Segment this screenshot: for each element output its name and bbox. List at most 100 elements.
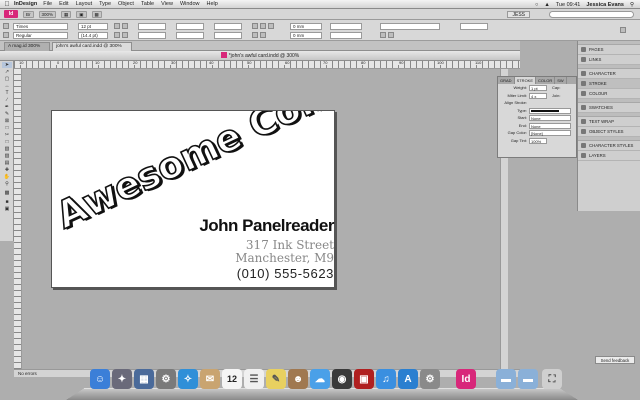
tab-stroke[interactable]: STROKE bbox=[514, 77, 537, 84]
panel-colour[interactable]: COLOUR bbox=[578, 89, 640, 99]
downloads-folder-icon[interactable]: ▬ bbox=[518, 369, 538, 389]
menu-help[interactable]: Help bbox=[207, 1, 218, 7]
justify-icon[interactable] bbox=[252, 32, 258, 38]
apply-color-icon[interactable]: ■ bbox=[2, 199, 12, 205]
columns-field[interactable] bbox=[460, 23, 488, 30]
start-select[interactable]: None bbox=[529, 115, 571, 121]
notes-icon[interactable]: ✎ bbox=[266, 369, 286, 389]
small-caps-icon[interactable] bbox=[114, 32, 120, 38]
safari-icon[interactable]: ✧ bbox=[178, 369, 198, 389]
all-caps-icon[interactable] bbox=[114, 23, 120, 29]
screen-mode-button[interactable]: ▣ bbox=[76, 10, 87, 18]
arrange-documents-button[interactable]: ▩ bbox=[91, 10, 102, 18]
app-menu[interactable]: InDesign bbox=[14, 1, 37, 7]
gap-tint-field[interactable]: 100% bbox=[529, 137, 547, 144]
gap-tool-icon[interactable]: ↔ bbox=[2, 83, 12, 89]
right-indent-field[interactable] bbox=[330, 23, 362, 30]
panel-text-wrap[interactable]: TEXT WRAP bbox=[578, 117, 640, 127]
menu-table[interactable]: Table bbox=[141, 1, 154, 7]
zoom-level[interactable]: 300% bbox=[38, 10, 57, 18]
panel-object-styles[interactable]: OBJECT STYLES bbox=[578, 127, 640, 137]
wifi-icon[interactable]: ○ bbox=[535, 2, 538, 8]
mission-control-icon[interactable]: ▦ bbox=[134, 369, 154, 389]
rectangle-frame-tool-icon[interactable]: ⊠ bbox=[2, 118, 12, 124]
superscript-icon[interactable] bbox=[122, 23, 128, 29]
panel-pages[interactable]: PAGES bbox=[578, 45, 640, 55]
baseline-shift-field[interactable] bbox=[214, 23, 242, 30]
applications-folder-icon[interactable]: ▬ bbox=[496, 369, 516, 389]
type-tool-icon[interactable]: T bbox=[2, 90, 12, 96]
selection-tool-icon[interactable]: ➤ bbox=[2, 62, 12, 68]
menu-file[interactable]: File bbox=[43, 1, 52, 7]
stroke-type-select[interactable] bbox=[529, 107, 571, 114]
search-input[interactable] bbox=[549, 11, 634, 18]
end-select[interactable]: None bbox=[529, 122, 571, 129]
zoom-tool-icon[interactable]: ⚲ bbox=[2, 181, 12, 187]
trash-icon[interactable]: ⛶ bbox=[542, 369, 562, 389]
messages-icon[interactable]: ☁ bbox=[310, 369, 330, 389]
panel-links[interactable]: LINKS bbox=[578, 55, 640, 65]
panel-layers[interactable]: LAYERS bbox=[578, 151, 640, 161]
panel-character[interactable]: CHARACTER bbox=[578, 69, 640, 79]
calendar-icon[interactable]: 12 bbox=[222, 369, 242, 389]
tab-awful-card[interactable]: john's awful card.indd @ 300% bbox=[52, 42, 132, 51]
business-card-page[interactable]: Awesome Comics Awesome Comics John Panel… bbox=[51, 110, 336, 288]
reminders-icon[interactable]: ☰ bbox=[244, 369, 264, 389]
contacts-icon[interactable]: ☻ bbox=[288, 369, 308, 389]
gap-color-select[interactable]: [None] bbox=[529, 130, 571, 136]
menu-object[interactable]: Object bbox=[118, 1, 134, 7]
menu-type[interactable]: Type bbox=[99, 1, 111, 7]
volume-icon[interactable]: ▲ bbox=[544, 2, 549, 8]
numbering-icon[interactable] bbox=[388, 32, 394, 38]
pen-tool-icon[interactable]: ✒ bbox=[2, 104, 12, 110]
paragraph-mode-icon[interactable] bbox=[3, 32, 9, 38]
font-family-field[interactable]: Times bbox=[13, 23, 68, 30]
app-store-icon[interactable]: A bbox=[398, 369, 418, 389]
normal-mode-icon[interactable]: ▣ bbox=[2, 206, 12, 212]
skew-field[interactable] bbox=[214, 32, 242, 39]
vertical-scale-field[interactable] bbox=[176, 23, 204, 30]
spotlight-icon[interactable]: ⚲ bbox=[630, 2, 634, 8]
facetime-icon[interactable]: ◉ bbox=[332, 369, 352, 389]
bridge-button[interactable]: Br bbox=[23, 10, 34, 18]
panel-menu-icon[interactable] bbox=[620, 27, 626, 33]
scissors-tool-icon[interactable]: ✂ bbox=[2, 132, 12, 138]
itunes-icon[interactable]: ♫ bbox=[376, 369, 396, 389]
horizontal-ruler[interactable]: 10 0 10 20 30 40 50 60 70 80 90 100 110 bbox=[14, 61, 520, 69]
fill-stroke-icon[interactable]: ▩ bbox=[2, 188, 12, 198]
gradient-tool-icon[interactable]: ▧ bbox=[2, 146, 12, 152]
launchpad-icon[interactable]: ✦ bbox=[112, 369, 132, 389]
indesign-dock-icon[interactable]: Id bbox=[456, 369, 476, 389]
photo-booth-icon[interactable]: ▣ bbox=[354, 369, 374, 389]
panel-swatches[interactable]: SWATCHES bbox=[578, 103, 640, 113]
menu-layout[interactable]: Layout bbox=[76, 1, 93, 7]
hand-tool-icon[interactable]: ✋ bbox=[2, 174, 12, 180]
panel-character-styles[interactable]: CHARACTER STYLES bbox=[578, 141, 640, 151]
workspace-switcher[interactable]: JESS bbox=[507, 11, 530, 18]
eyedropper-tool-icon[interactable]: ✚ bbox=[2, 167, 12, 173]
font-style-field[interactable]: Regular bbox=[13, 32, 68, 39]
miter-limit-field[interactable]: 4 x bbox=[529, 92, 547, 99]
menu-view[interactable]: View bbox=[161, 1, 173, 7]
tab-color[interactable]: COLOR bbox=[536, 77, 556, 84]
align-center-icon[interactable] bbox=[260, 23, 266, 29]
tab-mag-document[interactable]: A mag.id 300% bbox=[4, 42, 50, 51]
finder-icon[interactable]: ☺ bbox=[90, 369, 110, 389]
line-tool-icon[interactable]: ∕ bbox=[2, 97, 12, 103]
menu-edit[interactable]: Edit bbox=[59, 1, 68, 7]
rectangle-tool-icon[interactable]: □ bbox=[2, 125, 12, 131]
page-tool-icon[interactable]: ▢ bbox=[2, 76, 12, 82]
first-line-indent-field[interactable]: 0 mm bbox=[290, 32, 322, 39]
vertical-ruler[interactable] bbox=[14, 69, 22, 369]
phone-number[interactable]: (010) 555-5623 bbox=[237, 266, 334, 281]
view-options-button[interactable]: ▦ bbox=[61, 10, 72, 18]
menubar-user[interactable]: Jessica Evans bbox=[586, 2, 624, 8]
horizontal-scale-field[interactable] bbox=[176, 32, 204, 39]
pencil-tool-icon[interactable]: ✎ bbox=[2, 111, 12, 117]
kerning-field[interactable] bbox=[138, 23, 166, 30]
justify-all-icon[interactable] bbox=[260, 32, 266, 38]
menu-window[interactable]: Window bbox=[180, 1, 200, 7]
system-prefs-gear-icon[interactable]: ⚙ bbox=[420, 369, 440, 389]
tab-swatches[interactable]: SW bbox=[555, 77, 567, 84]
leading-field[interactable]: (14.4 pt) bbox=[78, 32, 108, 39]
